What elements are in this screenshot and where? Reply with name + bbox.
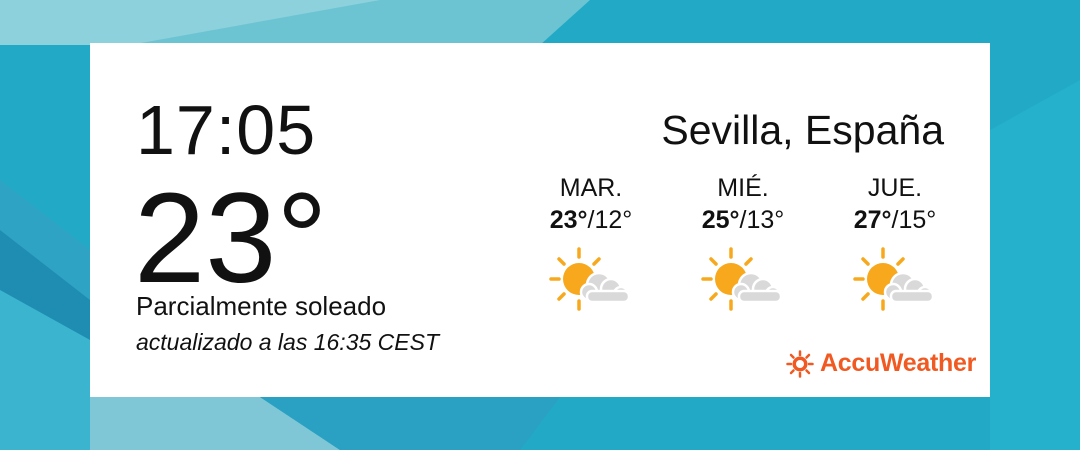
forecast-temps: 27°/15° — [819, 203, 971, 237]
forecast-day-label: MAR. — [559, 174, 623, 202]
forecast-row: MAR. 23°/12° MIÉ. 25°/13° JUE. 27°/15° — [515, 173, 975, 323]
partly-sunny-icon — [853, 247, 935, 311]
partly-sunny-icon — [701, 247, 783, 311]
accuweather-sun-icon — [786, 349, 814, 378]
forecast-temps: 25°/13° — [667, 203, 819, 237]
forecast-low: /12° — [587, 206, 633, 234]
current-temperature: 23° — [134, 167, 328, 310]
location-name[interactable]: Sevilla, España — [661, 107, 944, 154]
forecast-day-3[interactable]: JUE. 27°/15° — [819, 173, 971, 315]
forecast-day-1[interactable]: MAR. 23°/12° — [515, 173, 667, 315]
weather-condition: Parcialmente soleado — [136, 291, 387, 321]
accuweather-wordmark: AccuWeather — [819, 349, 976, 377]
forecast-day-label: MIÉ. — [717, 174, 769, 202]
forecast-day-label: JUE. — [867, 174, 923, 202]
forecast-high: 23° — [549, 206, 588, 234]
partly-sunny-icon — [549, 247, 631, 311]
forecast-high: 27° — [853, 206, 892, 234]
forecast-temps: 23°/12° — [515, 203, 667, 237]
forecast-high: 25° — [701, 206, 740, 234]
clock-time[interactable]: 17:05 — [136, 95, 316, 165]
weather-widget[interactable]: 17:05 23° Parcialmente soleado actualiza… — [90, 43, 990, 397]
accuweather-logo[interactable]: AccuWeather — [786, 349, 976, 378]
forecast-day-2[interactable]: MIÉ. 25°/13° — [667, 173, 819, 315]
forecast-low: /15° — [891, 206, 937, 234]
forecast-low: /13° — [739, 206, 785, 234]
last-updated-text: actualizado a las 16:35 CEST — [136, 329, 440, 355]
